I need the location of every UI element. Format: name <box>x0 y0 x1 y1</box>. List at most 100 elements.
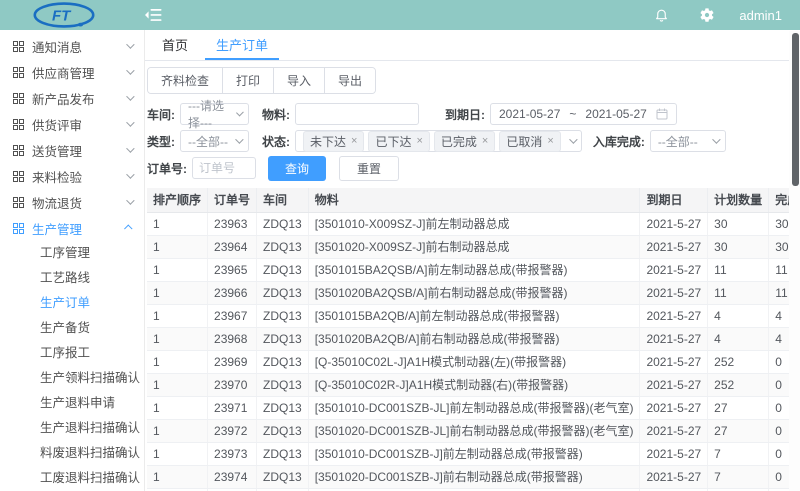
status-multiselect[interactable]: 未下达 ×已下达 ×已完成 ×已取消 × <box>295 130 582 152</box>
type-select[interactable]: --全部-- <box>180 130 249 152</box>
table-row[interactable]: 123970ZDQ13[Q-35010C02R-J]A1H模式制动器(右)(带报… <box>147 373 800 396</box>
chevron-down-icon <box>126 196 134 204</box>
sidebar-item[interactable]: 来料检验 <box>0 163 144 189</box>
sidebar-item[interactable]: 通知消息 <box>0 33 144 59</box>
gear-icon[interactable] <box>699 7 715 23</box>
sidebar-item[interactable]: 送货管理 <box>0 137 144 163</box>
sidebar-subitem[interactable]: 工序管理 <box>0 241 144 266</box>
table-cell: 2021-5-27 <box>640 419 708 442</box>
table-row[interactable]: 123968ZDQ13[3501020BA2QB/A]前右制动器总成(带报警器)… <box>147 327 800 350</box>
table-row[interactable]: 123964ZDQ13[3501020-X009SZ-J]前右制动器总成2021… <box>147 235 800 258</box>
sidebar-item[interactable]: 新产品发布 <box>0 85 144 111</box>
calendar-icon <box>656 108 668 120</box>
sidebar-subitem[interactable]: 生产订单 <box>0 291 144 316</box>
table-cell: 27 <box>708 419 769 442</box>
table-cell: 2021-5-27 <box>640 258 708 281</box>
inbound-complete-select[interactable]: --全部-- <box>650 130 726 152</box>
grid-icon <box>13 171 24 182</box>
chevron-down-icon <box>126 170 134 178</box>
column-header: 订单号 <box>208 188 257 212</box>
sidebar-subitem[interactable]: 料废退料扫描确认 <box>0 441 144 466</box>
sidebar-subitem[interactable]: 生产领料扫描确认 <box>0 366 144 391</box>
table-row[interactable]: 123966ZDQ13[3501020BA2QSB/A]前右制动器总成(带报警器… <box>147 281 800 304</box>
table-row[interactable]: 123974ZDQ13[3501020-DC001SZB-J]前右制动器总成(带… <box>147 465 800 488</box>
table-row[interactable]: 123963ZDQ13[3501010-X009SZ-J]前左制动器总成2021… <box>147 212 800 235</box>
search-button[interactable]: 查询 <box>268 156 326 181</box>
sidebar-subitem[interactable]: 工艺路线 <box>0 266 144 291</box>
table-cell: 2021-5-27 <box>640 327 708 350</box>
table-cell: ZDQ13 <box>257 304 309 327</box>
sidebar-subitem[interactable]: 工废退料扫描确认 <box>0 466 144 491</box>
username[interactable]: admin1 <box>739 8 782 23</box>
filter-form: 车间: ---请选择--- 物料: 到期日: 2021-05-27 ~ 2021… <box>147 103 800 184</box>
table-cell: 2021-5-27 <box>640 350 708 373</box>
table-cell: [3501010-DC001SZB-J]前左制动器总成(带报警器) <box>308 442 640 465</box>
table-cell: ZDQ13 <box>257 350 309 373</box>
table-row[interactable]: 123967ZDQ13[3501015BA2QB/A]前左制动器总成(带报警器)… <box>147 304 800 327</box>
order-no-label: 订单号: <box>147 160 187 177</box>
tag-close-icon[interactable]: × <box>351 135 357 147</box>
toolbar-button[interactable]: 导出 <box>325 68 375 93</box>
table-row[interactable]: 123973ZDQ13[3501010-DC001SZB-J]前左制动器总成(带… <box>147 442 800 465</box>
table-cell: 11 <box>708 258 769 281</box>
bell-icon[interactable] <box>654 7 669 23</box>
table-cell: [3501020BA2QB/A]前右制动器总成(带报警器) <box>308 327 640 350</box>
table-row[interactable]: 123972ZDQ13[3501020-DC001SZB-JL]前右制动器总成(… <box>147 419 800 442</box>
tab-active[interactable]: 生产订单 <box>205 30 279 60</box>
tag-close-icon[interactable]: × <box>416 135 422 147</box>
sidebar-item-label: 物流退货 <box>32 193 82 212</box>
toolbar-button[interactable]: 导入 <box>274 68 325 93</box>
table-cell: 2021-5-27 <box>640 465 708 488</box>
table-row[interactable]: 123965ZDQ13[3501015BA2QSB/A]前左制动器总成(带报警器… <box>147 258 800 281</box>
order-no-input[interactable] <box>192 157 256 179</box>
table-cell: 23967 <box>208 304 257 327</box>
orders-table: 排产顺序订单号车间物料到期日计划数量完成数量仓库压线铺线 123963ZDQ13… <box>147 188 800 491</box>
material-label: 物料: <box>262 106 290 123</box>
sidebar-subitem[interactable]: 工序报工 <box>0 341 144 366</box>
sidebar-subitem[interactable]: 生产退料申请 <box>0 391 144 416</box>
column-header: 物料 <box>308 188 640 212</box>
table-cell: ZDQ13 <box>257 419 309 442</box>
table-cell: 23974 <box>208 465 257 488</box>
table-cell: 23969 <box>208 350 257 373</box>
due-date-range-picker[interactable]: 2021-05-27 ~ 2021-05-27 <box>490 103 677 125</box>
material-input[interactable] <box>295 103 419 125</box>
tab-item[interactable]: 首页 <box>151 30 199 60</box>
table-cell: [3501020-DC001SZB-JL]前右制动器总成(带报警器)(老气室) <box>308 419 640 442</box>
scrollbar-thumb[interactable] <box>792 33 799 186</box>
table-cell: 4 <box>708 304 769 327</box>
toolbar-button[interactable]: 齐料检查 <box>148 68 223 93</box>
sidebar-item[interactable]: 物流退货 <box>0 189 144 215</box>
table-cell: ZDQ13 <box>257 396 309 419</box>
app-logo: FT <box>33 2 95 28</box>
table-cell: 2021-5-27 <box>640 281 708 304</box>
sidebar-item[interactable]: 供货评审 <box>0 111 144 137</box>
tab-bar: 首页生产订单 <box>145 30 800 61</box>
tag-close-icon[interactable]: × <box>547 135 553 147</box>
sidebar-item[interactable]: 供应商管理 <box>0 59 144 85</box>
table-cell: [3501015BA2QSB/A]前左制动器总成(带报警器) <box>308 258 640 281</box>
chevron-down-icon <box>126 92 134 100</box>
chevron-down-icon <box>126 40 134 48</box>
tag-close-icon[interactable]: × <box>482 135 488 147</box>
table-cell: 2021-5-27 <box>640 304 708 327</box>
app-header: FT admin1 <box>0 0 800 30</box>
table-cell: ZDQ13 <box>257 281 309 304</box>
table-row[interactable]: 123971ZDQ13[3501010-DC001SZB-JL]前左制动器总成(… <box>147 396 800 419</box>
sidebar-subitem[interactable]: 生产备货 <box>0 316 144 341</box>
table-cell: 23972 <box>208 419 257 442</box>
sidebar-subitem[interactable]: 生产退料扫描确认 <box>0 416 144 441</box>
table-cell: [Q-35010C02R-J]A1H模式制动器(右)(带报警器) <box>308 373 640 396</box>
sidebar-item[interactable]: 生产管理 <box>0 215 144 241</box>
workshop-select[interactable]: ---请选择--- <box>180 103 249 125</box>
table-cell: 252 <box>708 350 769 373</box>
chevron-down-icon <box>126 118 134 126</box>
sidebar: 通知消息供应商管理新产品发布供货评审送货管理来料检验物流退货生产管理工序管理工艺… <box>0 30 145 491</box>
table-row[interactable]: 123969ZDQ13[Q-35010C02L-J]A1H模式制动器(左)(带报… <box>147 350 800 373</box>
toolbar-button[interactable]: 打印 <box>223 68 274 93</box>
table-cell: 1 <box>147 281 208 304</box>
reset-button[interactable]: 重置 <box>339 156 399 181</box>
table-cell: 11 <box>708 281 769 304</box>
table-cell: 1 <box>147 442 208 465</box>
sidebar-fold-icon[interactable] <box>145 8 162 22</box>
